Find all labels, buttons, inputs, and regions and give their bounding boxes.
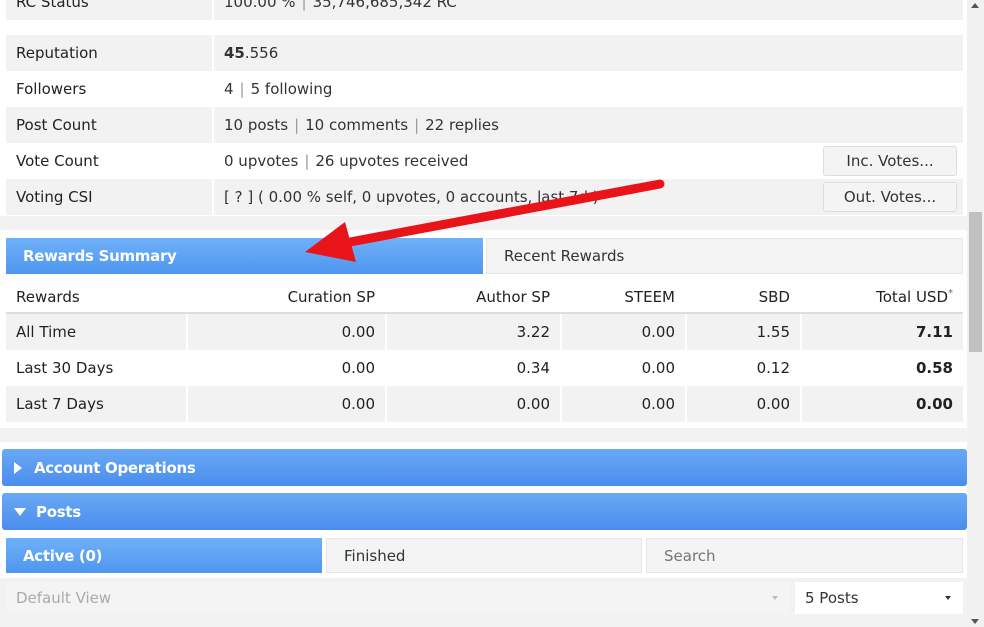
arrow-shaft xyxy=(345,179,665,247)
scroll-thumb[interactable] xyxy=(969,212,982,352)
scroll-up-icon[interactable] xyxy=(971,3,979,8)
page-scrollbar[interactable] xyxy=(967,0,984,627)
scroll-down-icon[interactable] xyxy=(971,619,979,624)
arrow-head xyxy=(305,222,356,262)
annotation-arrow xyxy=(305,179,665,262)
